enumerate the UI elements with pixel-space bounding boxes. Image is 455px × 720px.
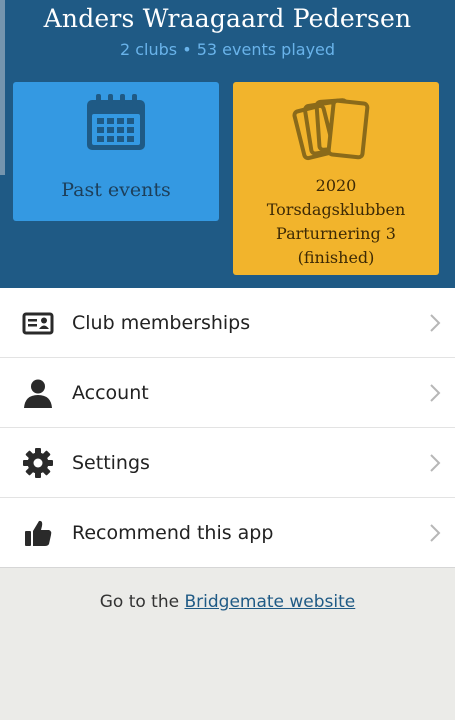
- clubs-count: 2 clubs: [119, 40, 178, 59]
- id-card-icon: [22, 312, 54, 335]
- thumbs-up-icon: [25, 520, 52, 546]
- menu-list: Club memberships Account Settings Recomm…: [0, 288, 455, 568]
- current-event-label: 2020 Torsdagsklubben Parturnering 3 (fin…: [233, 174, 439, 270]
- event-status: (finished): [297, 248, 375, 267]
- event-club: Torsdagsklubben: [266, 200, 406, 219]
- stats-separator: •: [182, 40, 192, 59]
- chevron-right-icon: [430, 384, 441, 402]
- chevron-right-icon: [430, 454, 441, 472]
- chevron-right-icon: [430, 524, 441, 542]
- user-stats: 2 clubs • 53 events played: [0, 40, 455, 59]
- menu-item-settings[interactable]: Settings: [0, 428, 455, 498]
- menu-item-account[interactable]: Account: [0, 358, 455, 428]
- user-name: Anders Wraagaard Pedersen: [43, 4, 412, 33]
- event-name: Parturnering 3: [276, 224, 396, 243]
- person-icon: [24, 379, 52, 408]
- footer-text: Go to the: [99, 592, 180, 612]
- menu-label-club-memberships: Club memberships: [72, 312, 251, 334]
- footer: Go to the Bridgemate website: [0, 592, 455, 612]
- past-events-label: Past events: [61, 179, 171, 201]
- chevron-right-icon: [430, 314, 441, 332]
- cards-icon: [292, 98, 370, 161]
- menu-label-settings: Settings: [72, 452, 150, 474]
- profile-header: Anders Wraagaard Pedersen 2 clubs • 53 e…: [0, 0, 455, 288]
- menu-label-recommend: Recommend this app: [72, 522, 274, 544]
- menu-item-recommend[interactable]: Recommend this app: [0, 498, 455, 568]
- menu-label-account: Account: [72, 382, 149, 404]
- events-count: 53 events played: [196, 40, 336, 59]
- past-events-tile[interactable]: Past events: [13, 82, 219, 221]
- menu-item-club-memberships[interactable]: Club memberships: [0, 288, 455, 358]
- calendar-icon: [87, 94, 145, 150]
- bridgemate-website-link[interactable]: Bridgemate website: [184, 592, 355, 612]
- gear-icon: [23, 448, 53, 478]
- current-event-tile[interactable]: 2020 Torsdagsklubben Parturnering 3 (fin…: [233, 82, 439, 275]
- event-year: 2020: [315, 176, 357, 195]
